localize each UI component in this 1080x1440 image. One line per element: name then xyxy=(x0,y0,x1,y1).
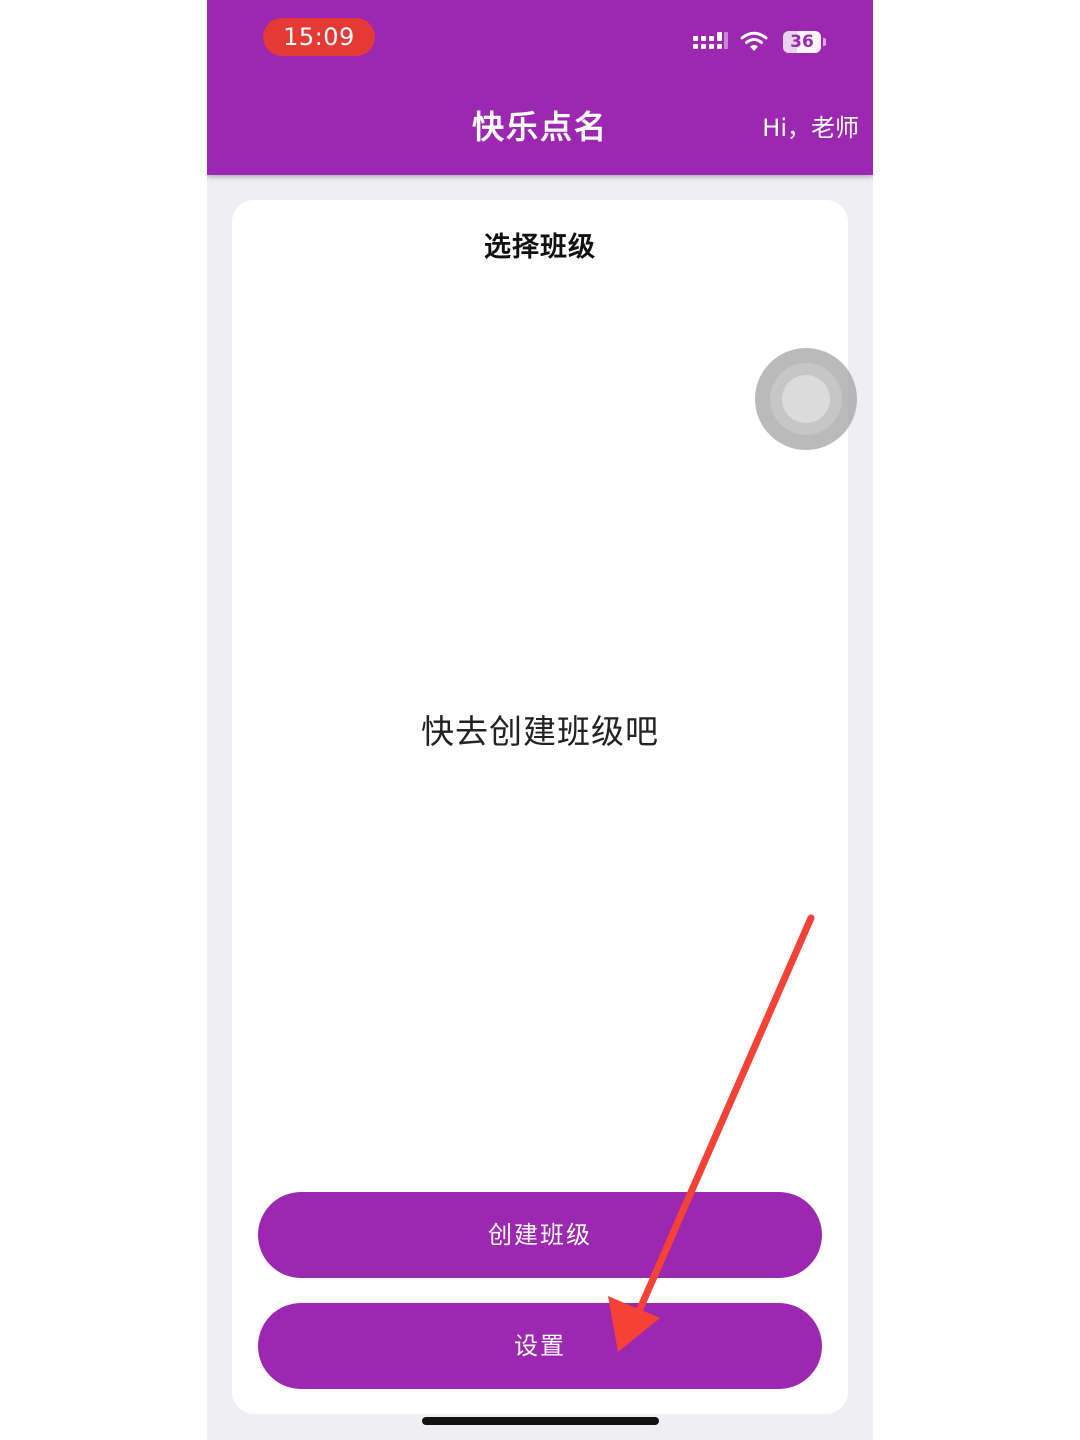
user-greeting: Hi，老师 xyxy=(762,114,859,142)
create-class-button[interactable]: 创建班级 xyxy=(258,1192,822,1278)
battery-cap xyxy=(823,38,826,46)
card-title: 选择班级 xyxy=(484,232,596,263)
class-select-card: 选择班级 快去创建班级吧 创建班级 设置 xyxy=(232,200,848,1414)
empty-state-message: 快去创建班级吧 xyxy=(421,712,659,751)
assistive-touch-button[interactable] xyxy=(755,348,857,450)
wifi-icon xyxy=(740,31,768,51)
home-indicator[interactable] xyxy=(422,1417,659,1425)
assistive-touch-dot xyxy=(782,375,830,423)
battery-icon: 36 xyxy=(783,31,821,53)
status-icons: 36 xyxy=(693,28,833,58)
battery-level: 36 xyxy=(790,32,814,52)
settings-button[interactable]: 设置 xyxy=(258,1303,822,1389)
signal-icon xyxy=(693,32,728,49)
status-time: 15:09 xyxy=(263,18,375,56)
phone-screen: 15:09 36 快乐点名 Hi，老师 选择班级 快去创建班级吧 创建班级 设置 xyxy=(207,0,873,1440)
app-bar: 15:09 36 快乐点名 Hi，老师 xyxy=(207,0,873,175)
